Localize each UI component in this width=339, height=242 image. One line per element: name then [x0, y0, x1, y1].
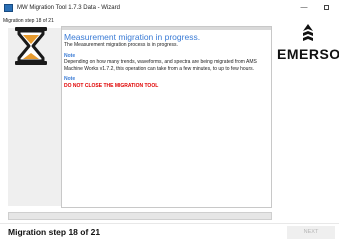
progress-bar [8, 212, 272, 220]
window-title: MW Migration Tool 1.7.3 Data - Wizard [17, 5, 120, 11]
emerson-logo: EMERSON [277, 24, 339, 68]
content-panel: Measurement migration in progress. The M… [61, 26, 272, 208]
emerson-logo-mark [303, 24, 313, 41]
step-indicator: Migration step 18 of 21 [3, 18, 54, 24]
content-body: Measurement migration in progress. The M… [63, 31, 271, 89]
window-app-icon [4, 4, 13, 12]
minimize-button[interactable]: — [298, 3, 310, 13]
emerson-logo-text: EMERSON [277, 46, 339, 62]
footer-step-label: Migration step 18 of 21 [8, 227, 101, 237]
warning-text: DO NOT CLOSE THE MIGRATION TOOL [64, 82, 159, 89]
note-text: Depending on how many trends, waveforms,… [64, 59, 257, 72]
next-button[interactable]: NEXT [287, 226, 335, 239]
maximize-button[interactable] [320, 3, 332, 13]
content-heading: Measurement migration in progress. [64, 32, 201, 42]
hourglass-icon [15, 27, 47, 65]
content-header-strip [62, 27, 271, 30]
title-bar: MW Migration Tool 1.7.3 Data - Wizard — [0, 0, 339, 18]
maximize-icon [323, 4, 329, 10]
content-intro: The Measurement migration process is in … [64, 42, 178, 48]
